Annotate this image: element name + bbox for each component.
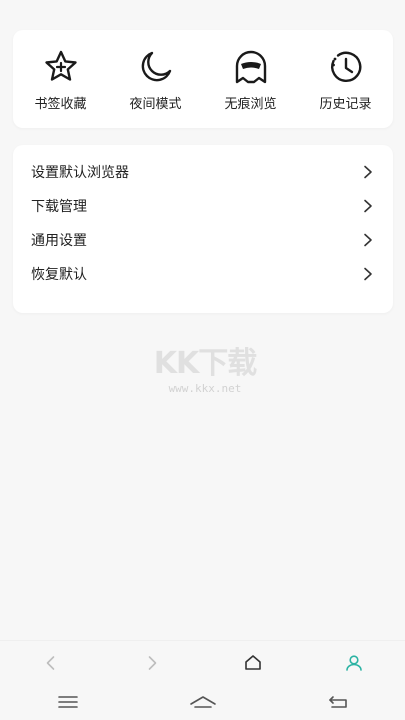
bookmarks-label: 书签收藏 [34,96,87,112]
settings-card: 设置默认浏览器 下载管理 通用设置 恢复默认 [13,145,393,313]
ghost-icon [231,47,271,87]
history-label: 历史记录 [319,96,372,112]
return-icon [328,696,347,708]
clock-icon [326,47,366,87]
settings-item-general[interactable]: 通用设置 [13,223,393,257]
watermark-url: www.kkx.net [168,382,242,395]
screen: 书签收藏 夜间模式 无痕浏览 历史记录 设置默认浏览器 下载管理 通用设置 恢复… [0,0,405,720]
browser-toolbar [0,640,405,684]
profile-button[interactable] [334,643,374,683]
night-mode-button[interactable]: 夜间模式 [111,47,201,112]
settings-item-restore-defaults[interactable]: 恢复默认 [13,257,393,291]
settings-item-label: 恢复默认 [31,267,87,283]
settings-item-label: 下载管理 [31,199,87,215]
star-plus-icon [41,47,81,87]
menu-icon [57,696,78,708]
back-icon [46,655,54,670]
user-icon [346,654,363,671]
system-navigation-bar [0,684,405,720]
back-button[interactable] [31,643,71,683]
watermark-logo: KK下载 [153,346,258,381]
forward-button[interactable] [132,643,172,683]
system-home-button[interactable] [181,687,225,717]
history-button[interactable]: 历史记录 [301,47,391,112]
settings-item-default-browser[interactable]: 设置默认浏览器 [13,155,393,189]
incognito-button[interactable]: 无痕浏览 [206,47,296,112]
settings-item-label: 通用设置 [31,233,87,249]
forward-icon [148,655,157,670]
settings-item-label: 设置默认浏览器 [31,165,129,181]
quick-actions-card: 书签收藏 夜间模式 无痕浏览 历史记录 [13,30,393,128]
settings-item-downloads[interactable]: 下载管理 [13,189,393,223]
home-icon [245,654,261,670]
bookmarks-button[interactable]: 书签收藏 [16,47,106,112]
chevron-right-icon [364,165,372,179]
chevron-right-icon [364,199,372,213]
menu-button[interactable] [46,687,90,717]
home-arc-icon [189,696,216,708]
night-mode-label: 夜间模式 [129,96,182,112]
chevron-right-icon [364,267,372,281]
system-back-button[interactable] [316,687,360,717]
incognito-label: 无痕浏览 [224,96,277,112]
home-button[interactable] [233,643,273,683]
watermark: KK下载 www.kkx.net [145,338,265,395]
chevron-right-icon [364,233,372,247]
moon-icon [136,47,176,87]
